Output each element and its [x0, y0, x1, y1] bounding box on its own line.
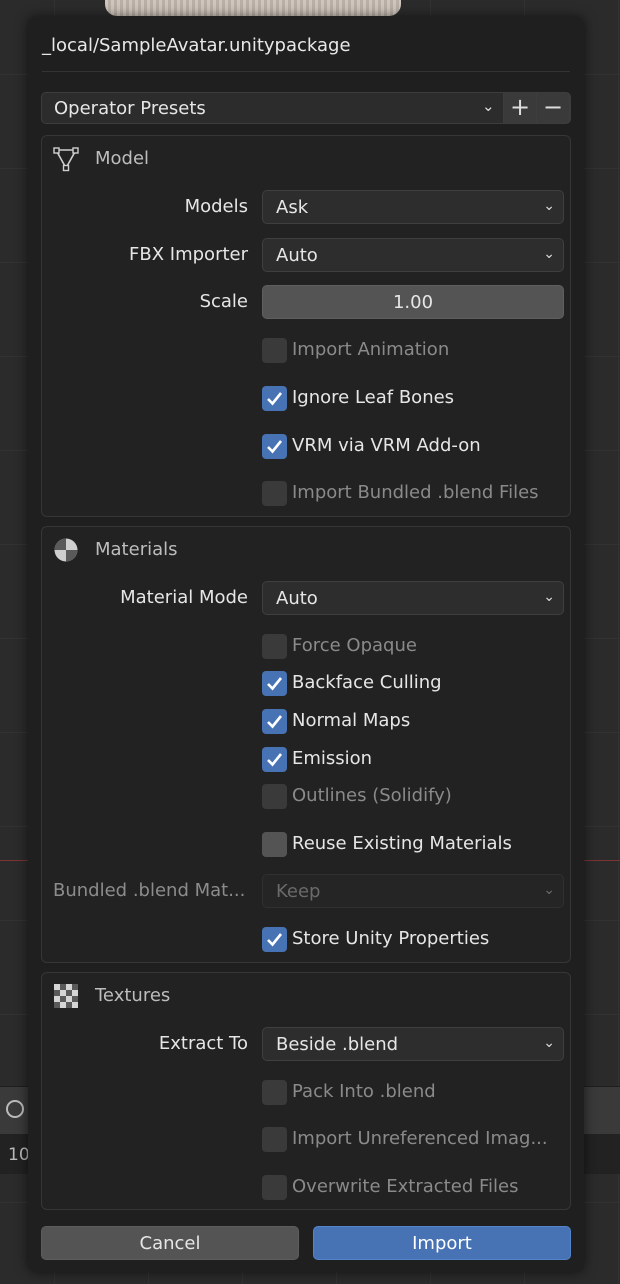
emission-label: Emission	[292, 748, 373, 769]
fbx-importer-label: FBX Importer	[129, 244, 248, 265]
import-dialog: _local/SampleAvatar.unitypackage Operato…	[28, 17, 584, 1272]
vrm-addon-row: VRM via VRM Add-on	[42, 431, 570, 465]
store-unity-props-row: Store Unity Properties	[42, 924, 570, 958]
operator-presets[interactable]: Operator Presets ⌄ + −	[41, 92, 571, 124]
chevron-down-icon: ⌄	[482, 97, 495, 115]
remove-preset-button[interactable]: −	[536, 92, 570, 124]
pack-into-blend-row: Pack Into .blend	[42, 1077, 570, 1111]
material-mode-row: Material Mode Auto ⌄	[42, 581, 570, 615]
bundled-blend-mat-select[interactable]: Keep ⌄	[262, 874, 564, 908]
chevron-down-icon: ⌄	[543, 882, 555, 898]
ignore-leaf-bones-label: Ignore Leaf Bones	[292, 387, 455, 408]
checkmark-icon	[262, 927, 287, 952]
scale-field[interactable]: 1.00	[262, 285, 564, 319]
checkbox-box	[262, 634, 287, 659]
import-bundled-label: Import Bundled .blend Files	[292, 482, 539, 503]
checkbox-box	[262, 832, 287, 857]
normal-maps-row: Normal Maps	[42, 706, 570, 740]
checker-texture-icon	[54, 984, 78, 1008]
import-unreferenced-row: Import Unreferenced Imag...	[42, 1124, 570, 1158]
viewport-model-preview	[105, 0, 401, 16]
timeline-frame-number: 10	[8, 1145, 30, 1165]
force-opaque-label: Force Opaque	[292, 635, 417, 656]
overwrite-extracted-row: Overwrite Extracted Files	[42, 1172, 570, 1206]
checkmark-icon	[262, 747, 287, 772]
materials-panel-title: Materials	[95, 539, 178, 560]
material-mode-label: Material Mode	[120, 587, 248, 608]
overwrite-extracted-label: Overwrite Extracted Files	[292, 1176, 519, 1197]
checkbox-box	[262, 1127, 287, 1152]
outlines-label: Outlines (Solidify)	[292, 785, 452, 806]
checkmark-icon	[262, 386, 287, 411]
models-label: Models	[184, 196, 248, 217]
checkbox-box	[262, 481, 287, 506]
import-unreferenced-label: Import Unreferenced Imag...	[292, 1128, 548, 1149]
vrm-addon-label: VRM via VRM Add-on	[292, 435, 481, 456]
bundled-blend-mat-label: Bundled .blend Mat...	[53, 880, 246, 901]
models-select[interactable]: Ask ⌄	[262, 190, 564, 224]
material-mode-value: Auto	[276, 588, 318, 609]
bundled-blend-mat-row: Bundled .blend Mat... Keep ⌄	[42, 874, 570, 908]
chevron-down-icon: ⌄	[543, 589, 555, 605]
record-circle-icon[interactable]	[6, 1100, 24, 1118]
material-sphere-icon	[54, 538, 78, 562]
mesh-vertex-icon	[53, 147, 79, 172]
scale-row: Scale 1.00	[42, 285, 570, 319]
import-bundled-row: Import Bundled .blend Files	[42, 478, 570, 512]
chevron-down-icon: ⌄	[543, 246, 555, 262]
checkbox-box	[262, 784, 287, 809]
models-value: Ask	[276, 197, 309, 218]
title-divider	[42, 71, 570, 72]
extract-to-label: Extract To	[158, 1033, 248, 1054]
fbx-importer-row: FBX Importer Auto ⌄	[42, 238, 570, 272]
scale-label: Scale	[199, 291, 248, 312]
checkmark-icon	[262, 434, 287, 459]
import-animation-label: Import Animation	[292, 339, 450, 360]
fbx-importer-value: Auto	[276, 245, 318, 266]
extract-to-row: Extract To Beside .blend ⌄	[42, 1027, 570, 1061]
material-mode-select[interactable]: Auto ⌄	[262, 581, 564, 615]
models-row: Models Ask ⌄	[42, 190, 570, 224]
import-button[interactable]: Import	[313, 1226, 571, 1260]
extract-to-value: Beside .blend	[276, 1034, 399, 1055]
emission-row: Emission	[42, 744, 570, 778]
pack-into-blend-label: Pack Into .blend	[292, 1081, 436, 1102]
bundled-blend-mat-value: Keep	[276, 881, 321, 902]
chevron-down-icon: ⌄	[543, 198, 555, 214]
chevron-down-icon: ⌄	[543, 1035, 555, 1051]
checkbox-box	[262, 1175, 287, 1200]
reuse-materials-row: Reuse Existing Materials	[42, 829, 570, 863]
presets-label: Operator Presets	[54, 98, 206, 119]
extract-to-select[interactable]: Beside .blend ⌄	[262, 1027, 564, 1061]
fbx-importer-select[interactable]: Auto ⌄	[262, 238, 564, 272]
add-preset-button[interactable]: +	[503, 92, 537, 124]
checkmark-icon	[262, 671, 287, 696]
model-panel: Model Models Ask ⌄ FBX Importer Auto ⌄ S…	[41, 135, 571, 517]
textures-panel: Textures Extract To Beside .blend ⌄ Pack…	[41, 972, 571, 1210]
normal-maps-label: Normal Maps	[292, 710, 411, 731]
model-panel-title: Model	[95, 148, 150, 169]
checkbox-box	[262, 1080, 287, 1105]
cancel-button[interactable]: Cancel	[41, 1226, 299, 1260]
dialog-title: _local/SampleAvatar.unitypackage	[42, 35, 351, 56]
backface-culling-row: Backface Culling	[42, 668, 570, 702]
reuse-materials-label: Reuse Existing Materials	[292, 833, 512, 854]
store-unity-props-label: Store Unity Properties	[292, 928, 490, 949]
outlines-row: Outlines (Solidify)	[42, 781, 570, 815]
import-animation-row: Import Animation	[42, 335, 570, 369]
ignore-leaf-bones-row: Ignore Leaf Bones	[42, 383, 570, 417]
checkbox-box	[262, 338, 287, 363]
force-opaque-row: Force Opaque	[42, 631, 570, 665]
checkmark-icon	[262, 709, 287, 734]
backface-culling-label: Backface Culling	[292, 672, 442, 693]
materials-panel: Materials Material Mode Auto ⌄ Force Opa…	[41, 526, 571, 963]
textures-panel-title: Textures	[95, 985, 171, 1006]
scale-value: 1.00	[392, 292, 434, 313]
